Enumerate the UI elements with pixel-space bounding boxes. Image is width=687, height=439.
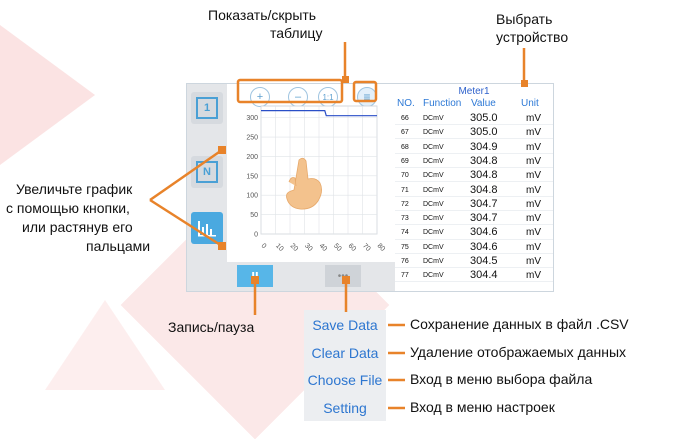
- callout-pointers: [149, 42, 528, 410]
